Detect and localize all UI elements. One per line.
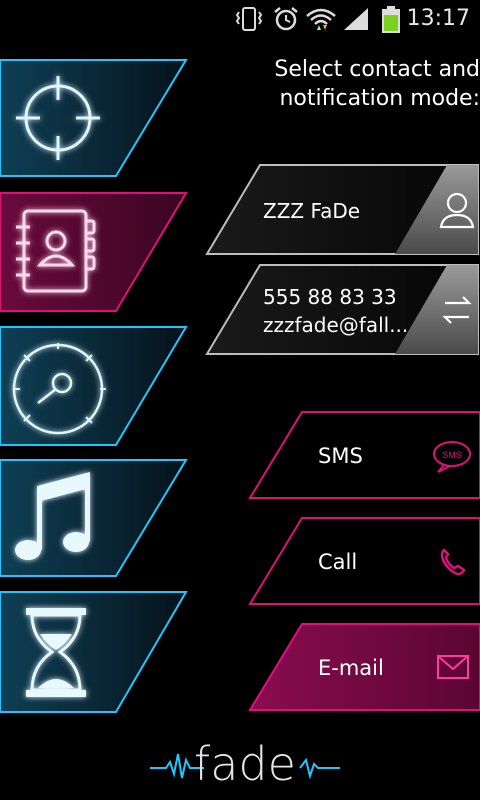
sidebar-item-timer[interactable] (0, 590, 200, 714)
contact-phone: 555 88 83 33 (263, 285, 397, 309)
contact-email: zzzfade@fall... (263, 313, 409, 337)
title-line-2: notification mode: (279, 86, 480, 111)
contact-name-card[interactable]: ZZZ FaDe (205, 163, 480, 256)
fade-logo: fade (150, 737, 340, 790)
email-label: E-mail (318, 656, 384, 680)
email-mode-button[interactable]: E-mail (248, 622, 480, 712)
signal-icon (344, 8, 368, 30)
sidebar-item-contacts[interactable] (0, 191, 200, 313)
sidebar-item-target[interactable] (0, 58, 200, 178)
call-mode-button[interactable]: Call (248, 516, 480, 606)
page-title: Select contact and notification mode: (220, 55, 480, 113)
logo-text: fade (194, 737, 296, 790)
contact-name: ZZZ FaDe (263, 199, 361, 223)
sidebar-item-speed[interactable] (0, 325, 200, 447)
status-bar: 13:17 (0, 0, 480, 38)
vibrate-icon (235, 7, 263, 31)
call-label: Call (318, 550, 358, 574)
title-line-1: Select contact and (274, 57, 480, 82)
sms-mode-button[interactable]: SMS SMS (248, 410, 480, 500)
sms-icon-text: SMS (442, 450, 462, 460)
battery-icon (382, 6, 400, 33)
mode-sidebar (0, 38, 210, 758)
alarm-icon (274, 7, 298, 31)
sms-label: SMS (318, 444, 363, 468)
status-time: 13:17 (406, 6, 470, 31)
wifi-icon (306, 8, 336, 30)
sidebar-item-music[interactable] (0, 458, 200, 578)
contact-details-card[interactable]: 555 88 83 33 zzzfade@fall... (205, 263, 480, 356)
